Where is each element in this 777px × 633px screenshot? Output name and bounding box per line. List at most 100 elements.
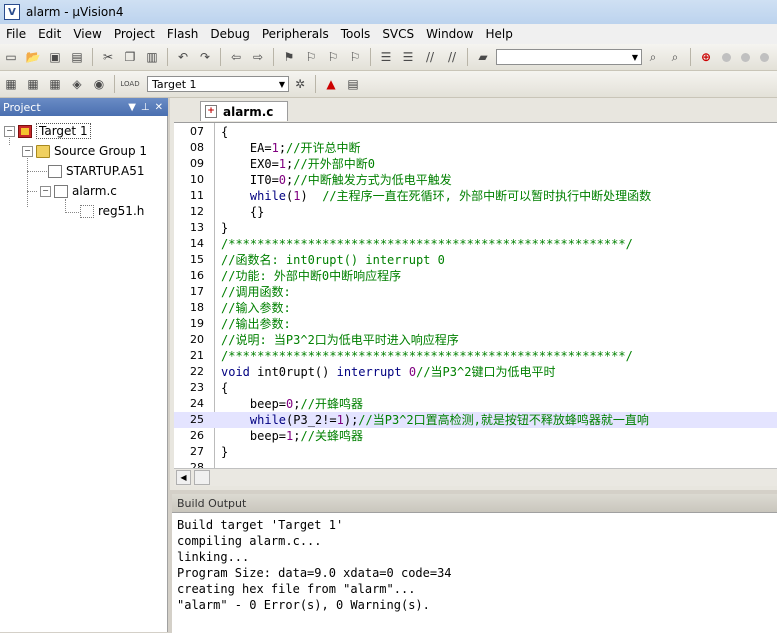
undo-icon[interactable]: ↶ [174,48,192,66]
line-number: 10 [190,173,204,186]
download-icon[interactable]: LOAD [120,75,139,93]
code-line[interactable]: 21 /*************************************… [174,348,777,364]
comment-icon[interactable]: // [421,48,439,66]
tree-item-source-group[interactable]: − Source Group 1 [22,142,147,160]
find-icon[interactable]: ⌕ [644,48,662,66]
tree-item-file[interactable]: STARTUP.A51 [48,162,144,180]
code-line[interactable]: 14 /*************************************… [174,236,777,252]
code-line[interactable]: 24 beep=0;//开蜂鸣器 [174,396,777,412]
menu-view[interactable]: View [67,24,107,44]
prev-bookmark-icon[interactable]: ⚐ [302,48,320,66]
menu-svcs[interactable]: SVCS [376,24,420,44]
chevron-down-icon[interactable]: ▼ [629,50,641,64]
toolbar-separator [273,48,274,66]
panel-pin-icon[interactable]: ⊥ [141,102,150,113]
uncomment-icon[interactable]: // [443,48,461,66]
collapse-icon[interactable]: − [4,125,15,137]
code-text: } [221,445,229,459]
menu-window[interactable]: Window [420,24,479,44]
menu-project[interactable]: Project [108,24,161,44]
line-number: 25 [190,413,204,426]
stop-build-icon[interactable]: ◉ [90,75,108,93]
incremental-find-icon[interactable]: ⌕ [666,48,684,66]
menu-help[interactable]: Help [479,24,518,44]
save-icon[interactable]: ▣ [46,48,64,66]
code-line[interactable]: 12 {} [174,204,777,220]
code-line[interactable]: 07 { [174,124,777,140]
kill-breakpoints-icon[interactable] [760,52,769,62]
indent-icon[interactable]: ☰ [377,48,395,66]
code-line[interactable]: 16 //功能: 外部中断0中断响应程序 [174,268,777,284]
scroll-left-icon[interactable]: ◀ [176,470,191,485]
manage-components-icon[interactable]: ▲ [322,75,340,93]
find-in-files-icon[interactable]: ▰ [474,48,492,66]
code-line[interactable]: 26 beep=1;//关蜂鸣器 [174,428,777,444]
nav-back-icon[interactable]: ⇦ [227,48,245,66]
unindent-icon[interactable]: ☰ [399,48,417,66]
tree-connector [27,153,28,207]
code-line[interactable]: 09 EX0=1;//开外部中断0 [174,156,777,172]
panel-close-icon[interactable]: ✕ [155,102,163,113]
scroll-thumb[interactable] [194,470,210,485]
find-combo[interactable]: ▼ [496,49,642,65]
code-line[interactable]: 17 //调用函数: [174,284,777,300]
code-line[interactable]: 23 { [174,380,777,396]
target-options-icon[interactable]: ✲ [291,75,309,93]
open-file-icon[interactable]: 📂 [24,48,42,66]
target-select[interactable]: Target 1 ▼ [147,76,289,92]
code-line[interactable]: 11 while(1) //主程序一直在死循环, 外部中断可以暂时执行中断处理函… [174,188,777,204]
menu-peripherals[interactable]: Peripherals [256,24,335,44]
code-line[interactable]: 27} [174,444,777,460]
menu-debug[interactable]: Debug [204,24,255,44]
code-line[interactable]: 22 void int0rupt() interrupt 0//当P3^2键口为低… [174,364,777,380]
tree-item-file[interactable]: − alarm.c [40,182,117,200]
code-line[interactable]: 20 //说明: 当P3^2口为低电平时进入响应程序 [174,332,777,348]
code-line[interactable]: 25 while(P3_2!=1);//当P3^2口置高检测,就是按钮不释放蜂鸣… [174,412,777,428]
code-line[interactable]: 08 EA=1;//开许总中断 [174,140,777,156]
horizontal-scrollbar[interactable]: ◀ [174,468,777,486]
code-text: //功能: 外部中断0中断响应程序 [221,269,402,283]
code-line[interactable]: 13} [174,220,777,236]
code-line[interactable]: 18 //输入参数: [174,300,777,316]
copy-icon[interactable]: ❐ [121,48,139,66]
menu-flash[interactable]: Flash [161,24,204,44]
redo-icon[interactable]: ↷ [196,48,214,66]
menu-tools[interactable]: Tools [335,24,377,44]
manage-books-icon[interactable]: ▤ [344,75,362,93]
code-text: //说明: 当P3^2口为低电平时进入响应程序 [221,333,459,347]
paste-icon[interactable]: ▥ [143,48,161,66]
nav-forward-icon[interactable]: ⇨ [249,48,267,66]
batch-build-icon[interactable]: ◈ [68,75,86,93]
collapse-icon[interactable]: − [40,185,51,197]
tree-item-target[interactable]: − Target 1 [4,122,91,140]
build-icon[interactable]: ▦ [24,75,42,93]
panel-dropdown-icon[interactable]: ▼ [128,102,136,113]
collapse-icon[interactable]: − [22,145,33,157]
code-text: while(P3_2!=1);//当P3^2口置高检测,就是按钮不释放蜂鸣器就一… [249,413,649,427]
tree-item-header-file[interactable]: reg51.h [80,202,144,220]
chevron-down-icon[interactable]: ▼ [276,77,288,91]
tab-alarm-c[interactable]: + alarm.c [200,101,289,121]
next-bookmark-icon[interactable]: ⚐ [324,48,342,66]
rebuild-icon[interactable]: ▦ [46,75,64,93]
menu-file[interactable]: File [0,24,32,44]
code-line[interactable]: 10 IT0=0;//中断触发方式为低电平触发 [174,172,777,188]
toolbar-separator [315,75,316,93]
build-output-panel[interactable]: Build target 'Target 1' compiling alarm.c… [172,512,777,633]
clear-bookmarks-icon[interactable]: ⚐ [346,48,364,66]
toolbar-separator [690,48,691,66]
code-editor[interactable]: 07{08 EA=1;//开许总中断 09 EX0=1;//开外部中断0 10 IT… [174,122,777,469]
cut-icon[interactable]: ✂ [99,48,117,66]
breakpoint-icon[interactable] [722,52,731,62]
translate-icon[interactable]: ▦ [2,75,20,93]
new-file-icon[interactable]: ▭ [2,48,20,66]
save-all-icon[interactable]: ▤ [68,48,86,66]
bookmark-icon[interactable]: ⚑ [280,48,298,66]
debug-session-icon[interactable]: ⊕ [697,48,715,66]
build-toolbar: ▦ ▦ ▦ ◈ ◉ LOAD Target 1 ▼ ✲ ▲ ▤ [0,71,777,98]
disable-breakpoint-icon[interactable] [741,52,750,62]
menu-edit[interactable]: Edit [32,24,67,44]
line-number: 15 [190,253,204,266]
code-line[interactable]: 15 //函数名: int0rupt() interrupt 0 [174,252,777,268]
code-line[interactable]: 19 //输出参数: [174,316,777,332]
